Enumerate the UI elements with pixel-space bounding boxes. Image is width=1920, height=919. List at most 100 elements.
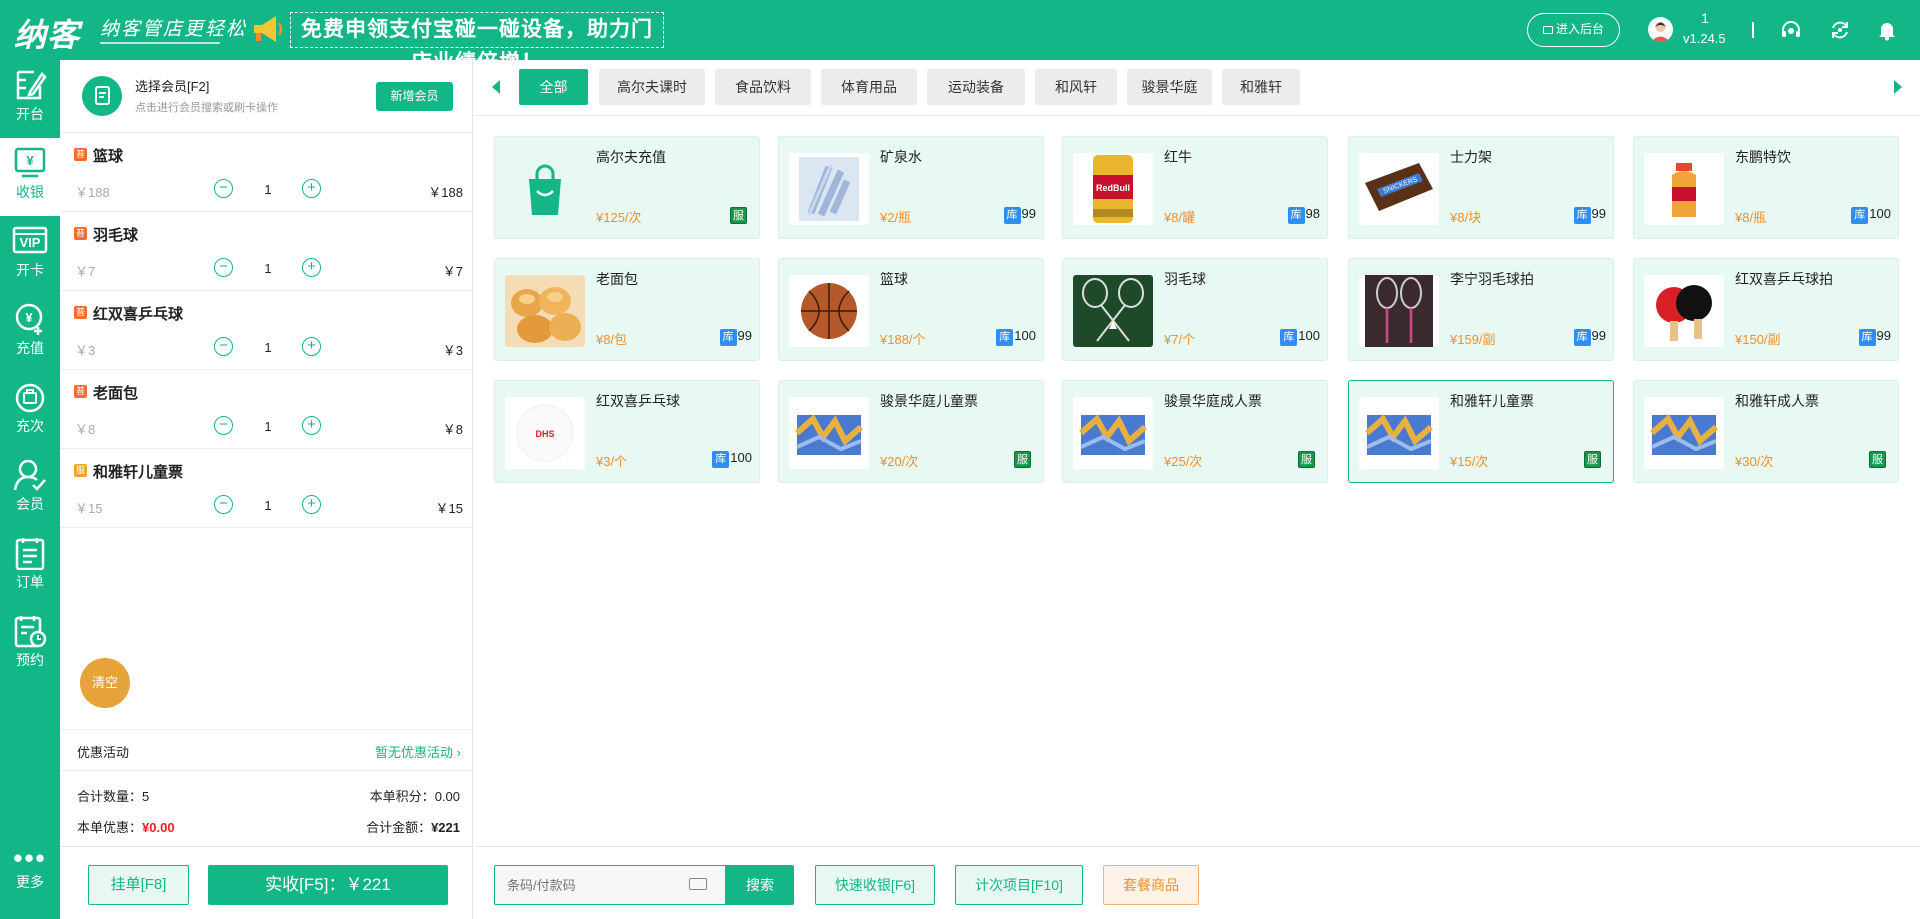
category-tab[interactable]: 高尔夫课时 — [599, 69, 705, 105]
stock-info: 库 100 — [1280, 328, 1320, 346]
service-badge: 服 — [1869, 451, 1886, 468]
cart-item[interactable]: 普羽毛球 ￥7 − 1 + ￥7 — [60, 212, 473, 291]
cart-item[interactable]: 服和雅轩儿童票 ￥15 − 1 + ￥15 — [60, 449, 473, 528]
category-tab[interactable]: 骏景华庭 — [1127, 69, 1212, 105]
product-price: ¥8/块 — [1450, 210, 1482, 225]
svg-text:RedBull: RedBull — [1096, 183, 1130, 193]
search-button[interactable]: 搜索 — [726, 865, 794, 905]
service-badge: 服 — [730, 207, 747, 224]
nav-appointment[interactable]: 预约 — [0, 606, 60, 684]
nav-open-table[interactable]: 开台 — [0, 60, 60, 138]
qty-minus-icon[interactable]: − — [214, 179, 233, 198]
category-tab[interactable]: 运动装备 — [927, 69, 1025, 105]
enter-backend-button[interactable]: 进入后台 — [1527, 13, 1620, 47]
stock-info: 库 99 — [1003, 206, 1036, 224]
recharge-times-icon — [15, 383, 45, 413]
qty-minus-icon[interactable]: − — [214, 495, 233, 514]
package-goods-button[interactable]: 套餐商品 — [1103, 865, 1199, 905]
stock-count: 99 — [737, 328, 752, 343]
stock-badge: 库 — [1573, 207, 1591, 224]
product-card[interactable]: 羽毛球 ¥7/个 库 100 — [1062, 258, 1328, 361]
qty-minus-icon[interactable]: − — [214, 416, 233, 435]
qty-plus-icon[interactable]: + — [302, 495, 321, 514]
pos-app: 纳客 纳客管店更轻松 免费申领支付宝碰一碰设备，助力门店业绩倍增！ 进入后台 1… — [0, 0, 1920, 919]
tab-scroll-left-icon[interactable] — [492, 80, 500, 94]
item-name: 羽毛球 — [93, 227, 139, 244]
stock-badge: 库 — [1851, 207, 1869, 224]
nav-recharge-times[interactable]: 充次 — [0, 372, 60, 450]
cart-item[interactable]: 普红双喜乒乓球 ￥3 − 1 + ￥3 — [60, 291, 473, 370]
nav-recharge[interactable]: ¥ 充值 — [0, 294, 60, 372]
cart-item[interactable]: 普篮球 ￥188 − 1 + ￥188 — [60, 133, 473, 212]
item-qty[interactable]: 1 — [260, 182, 276, 197]
nav-vip-card[interactable]: VIP 开卡 — [0, 216, 60, 294]
product-card[interactable]: 和雅轩成人票 ¥30/次 服 — [1633, 380, 1899, 483]
pay-button[interactable]: 实收[F5]：￥221 — [208, 865, 448, 905]
refresh-icon[interactable] — [1829, 19, 1851, 41]
clear-cart-button[interactable]: 清空 — [80, 658, 130, 708]
product-card[interactable]: SNICKERS 士力架 ¥8/块 库 99 — [1348, 136, 1614, 239]
category-tab[interactable]: 全部 — [519, 69, 588, 105]
nav-cashier[interactable]: ¥ 收银 — [0, 138, 60, 216]
product-card[interactable]: 老面包 ¥8/包 库 99 — [494, 258, 760, 361]
qty-minus-icon[interactable]: − — [214, 337, 233, 356]
bell-icon[interactable] — [1876, 19, 1898, 41]
qty-minus-icon[interactable]: − — [214, 258, 233, 277]
customer-service-icon[interactable] — [1780, 19, 1802, 41]
product-name: 士力架 — [1450, 149, 1492, 165]
product-card[interactable]: 骏景华庭成人票 ¥25/次 服 — [1062, 380, 1328, 483]
item-qty[interactable]: 1 — [260, 419, 276, 434]
qty-plus-icon[interactable]: + — [302, 179, 321, 198]
member-selector[interactable]: 选择会员[F2] 点击进行会员搜索或刷卡操作 新增会员 — [60, 60, 473, 133]
qty-plus-icon[interactable]: + — [302, 337, 321, 356]
stock-badge: 库 — [1858, 329, 1876, 346]
user-avatar[interactable] — [1648, 17, 1673, 42]
qty-plus-icon[interactable]: + — [302, 416, 321, 435]
promotion-value[interactable]: 暂无优惠活动 › — [375, 742, 461, 761]
hang-order-button[interactable]: 挂单[F8] — [88, 865, 189, 905]
stock-count: 100 — [1869, 206, 1891, 221]
nav-more[interactable]: ••• 更多 — [0, 845, 60, 892]
ticket-image — [1073, 397, 1153, 469]
product-price: ¥7/个 — [1164, 332, 1196, 347]
promo-banner[interactable]: 免费申领支付宝碰一碰设备，助力门店业绩倍增！ — [290, 12, 664, 74]
item-qty[interactable]: 1 — [260, 340, 276, 355]
category-tab[interactable]: 和风轩 — [1035, 69, 1117, 105]
product-card[interactable]: 篮球 ¥188/个 库 100 — [778, 258, 1044, 361]
add-member-button[interactable]: 新增会员 — [376, 82, 453, 111]
stock-badge: 库 — [712, 451, 730, 468]
item-name: 老面包 — [93, 385, 139, 402]
item-name: 篮球 — [93, 148, 124, 165]
stock-badge: 库 — [1003, 207, 1021, 224]
product-card[interactable]: 东鹏特饮 ¥8/瓶 库 100 — [1633, 136, 1899, 239]
nav-member[interactable]: 会员 — [0, 450, 60, 528]
svg-text:VIP: VIP — [20, 235, 41, 250]
promotion-row[interactable]: 优惠活动 暂无优惠活动 › — [60, 729, 473, 771]
product-card[interactable]: 红双喜乒乓球拍 ¥150/副 库 99 — [1633, 258, 1899, 361]
category-tab[interactable]: 食品饮料 — [715, 69, 811, 105]
cart-item[interactable]: 普老面包 ￥8 − 1 + ￥8 — [60, 370, 473, 449]
appointment-icon — [14, 616, 47, 648]
category-tab[interactable]: 体育用品 — [821, 69, 917, 105]
keyboard-icon[interactable] — [689, 878, 707, 890]
item-qty[interactable]: 1 — [260, 261, 276, 276]
product-card[interactable]: 矿泉水 ¥2/瓶 库 99 — [778, 136, 1044, 239]
product-card[interactable]: 高尔夫充值 ¥125/次 服 — [494, 136, 760, 239]
cart-panel: 选择会员[F2] 点击进行会员搜索或刷卡操作 新增会员 普篮球 ￥188−1 + ￥1… — [60, 60, 473, 919]
tab-scroll-right-icon[interactable] — [1894, 80, 1902, 94]
item-qty[interactable]: 1 — [260, 498, 276, 513]
stock-count: 100 — [1298, 328, 1320, 343]
quick-checkout-button[interactable]: 快速收银[F6] — [815, 865, 935, 905]
barcode-input[interactable] — [495, 866, 685, 904]
product-card[interactable]: 李宁羽毛球拍 ¥159/副 库 99 — [1348, 258, 1614, 361]
qty-plus-icon[interactable]: + — [302, 258, 321, 277]
product-card[interactable]: 骏景华庭儿童票 ¥20/次 服 — [778, 380, 1044, 483]
nav-order[interactable]: 订单 — [0, 528, 60, 606]
stock-badge: 库 — [719, 329, 737, 346]
product-card[interactable]: DHS 红双喜乒乓球 ¥3/个 库 100 — [494, 380, 760, 483]
product-card[interactable]: 和雅轩儿童票 ¥15/次 服 — [1348, 380, 1614, 483]
shopping-bag-icon — [505, 153, 585, 225]
category-tab[interactable]: 和雅轩 — [1222, 69, 1300, 105]
product-card[interactable]: RedBull 红牛 ¥8/罐 库 98 — [1062, 136, 1328, 239]
times-items-button[interactable]: 计次项目[F10] — [955, 865, 1083, 905]
